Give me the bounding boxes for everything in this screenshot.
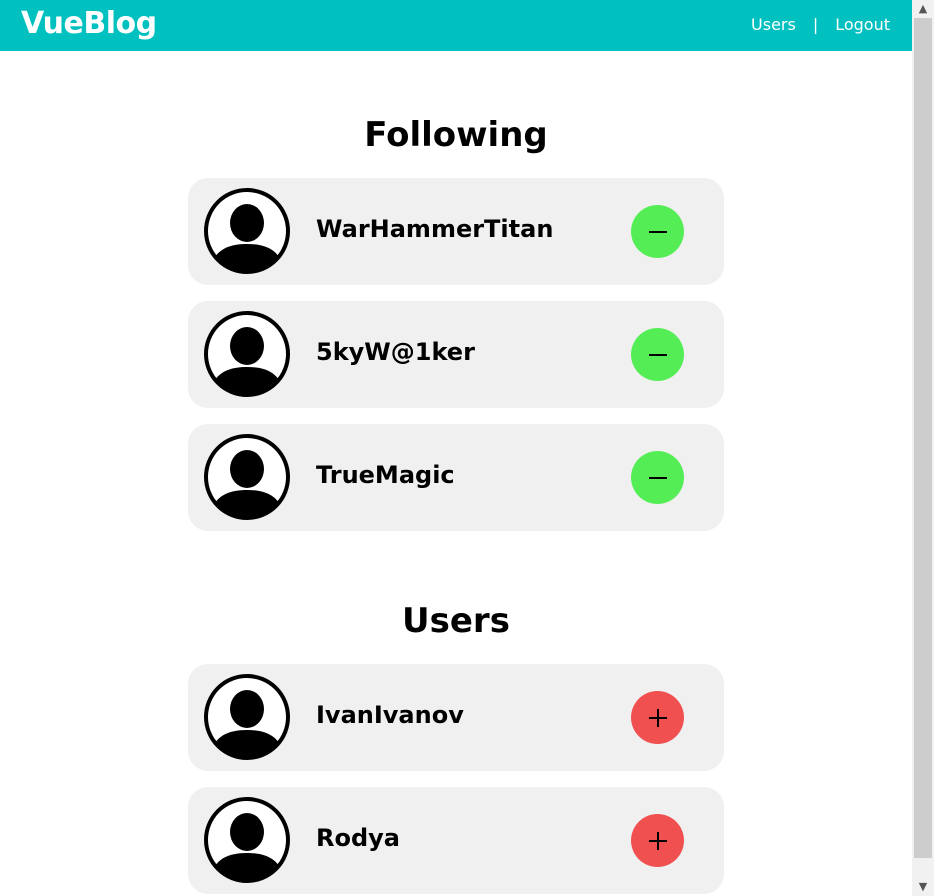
minus-icon (648, 353, 667, 356)
nav-links: Users | Logout (751, 15, 890, 34)
plus-icon (648, 708, 667, 727)
user-avatar-icon (204, 797, 290, 883)
username[interactable]: WarHammerTitan (316, 215, 553, 243)
users-title: Users (402, 601, 510, 641)
user-avatar-icon (204, 311, 290, 397)
user-card: IvanIvanov (188, 664, 724, 771)
user-avatar-icon (204, 434, 290, 520)
username[interactable]: 5kyW@1ker (316, 338, 475, 366)
app-logo[interactable]: VueBlog (21, 6, 157, 41)
user-card: 5kyW@1ker (188, 301, 724, 408)
username[interactable]: TrueMagic (316, 461, 455, 489)
user-card: TrueMagic (188, 424, 724, 531)
user-card: Rodya (188, 787, 724, 894)
users-link[interactable]: Users (751, 15, 796, 34)
username[interactable]: Rodya (316, 824, 400, 852)
following-title: Following (364, 115, 548, 155)
follow-button[interactable] (631, 814, 684, 867)
nav-separator: | (812, 15, 819, 34)
minus-icon (648, 476, 667, 479)
plus-icon (648, 831, 667, 850)
logout-link[interactable]: Logout (835, 15, 890, 34)
unfollow-button[interactable] (631, 205, 684, 258)
vertical-scrollbar[interactable]: ▲ ▼ (912, 0, 934, 896)
user-avatar-icon (204, 674, 290, 760)
user-card: WarHammerTitan (188, 178, 724, 285)
unfollow-button[interactable] (631, 451, 684, 504)
unfollow-button[interactable] (631, 328, 684, 381)
scrollbar-thumb[interactable] (914, 18, 932, 858)
scroll-down-icon[interactable]: ▼ (912, 878, 934, 896)
minus-icon (648, 230, 667, 233)
follow-button[interactable] (631, 691, 684, 744)
user-avatar-icon (204, 188, 290, 274)
scroll-up-icon[interactable]: ▲ (912, 0, 934, 18)
top-navbar: VueBlog Users | Logout (0, 0, 912, 51)
username[interactable]: IvanIvanov (316, 701, 464, 729)
